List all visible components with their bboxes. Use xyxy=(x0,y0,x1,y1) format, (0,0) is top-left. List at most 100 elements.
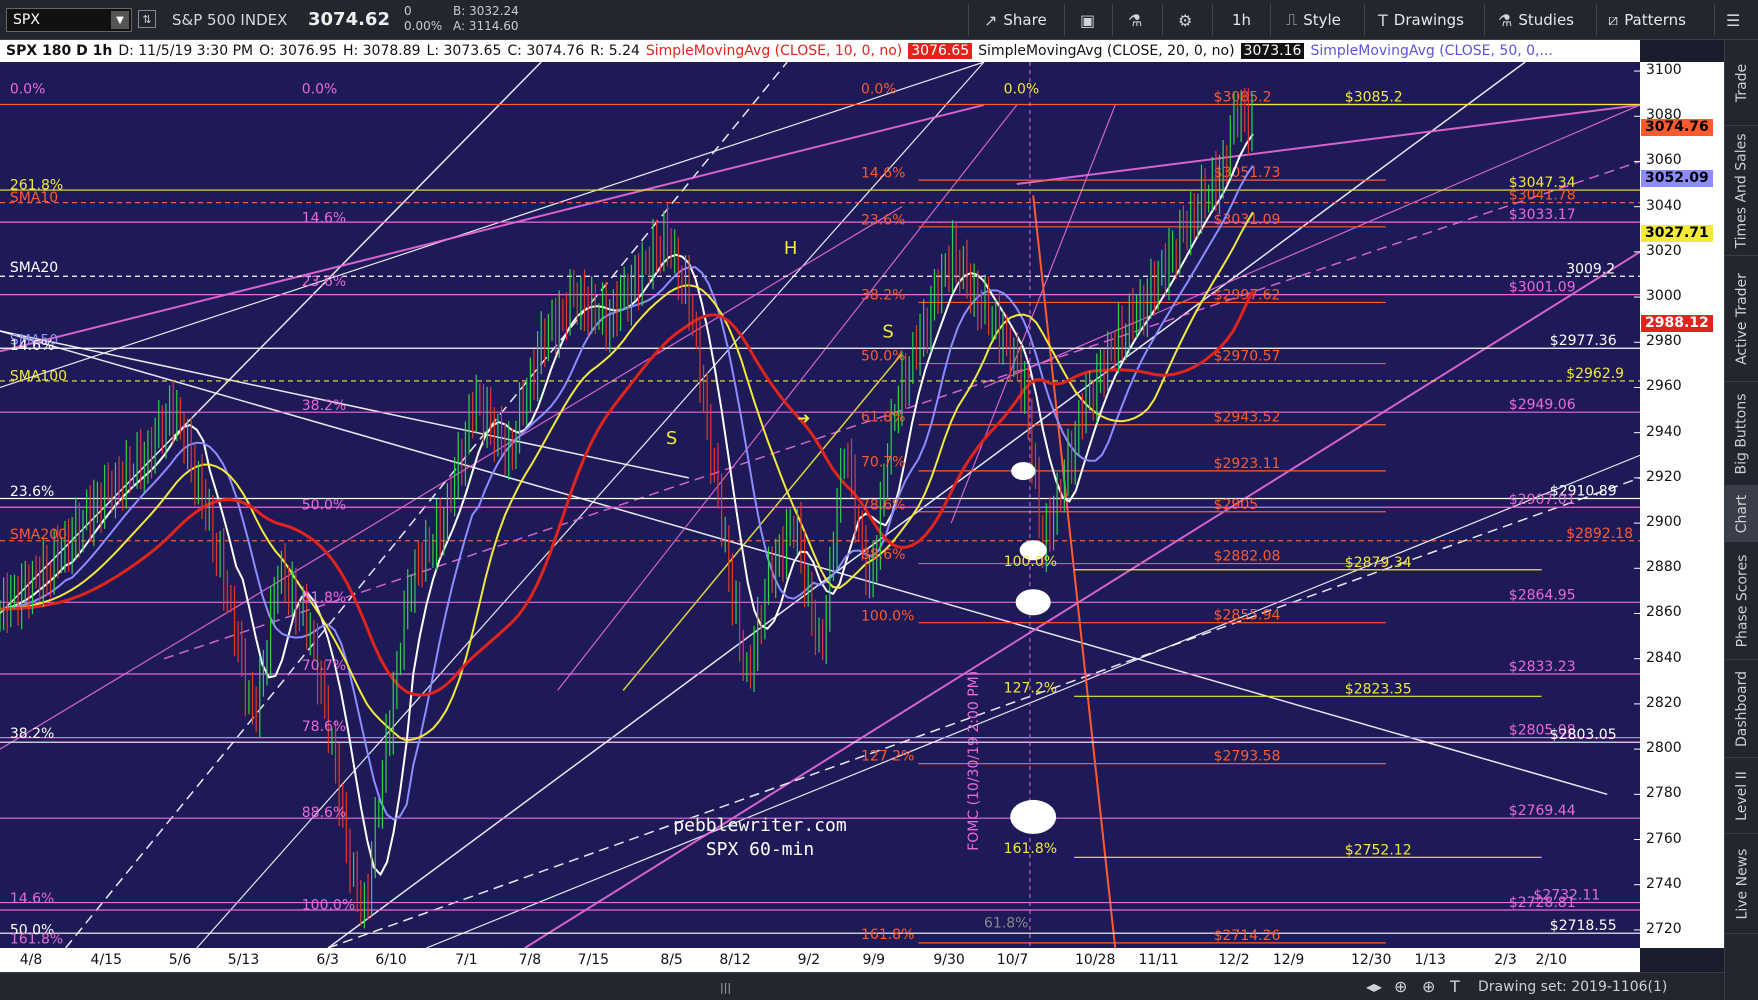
target-marker xyxy=(1010,799,1057,834)
toolbar-divider xyxy=(1162,4,1163,36)
panel-tab-level-ii[interactable]: Level II xyxy=(1725,758,1758,834)
sma20-study-label[interactable]: SimpleMovingAvg (CLOSE, 20, 0, no) xyxy=(978,43,1234,59)
fib-level-label: $2905 xyxy=(1214,497,1259,513)
style-label: Style xyxy=(1303,11,1341,29)
chart-canvas[interactable]: $3085.2 $3085.2$3051.73$3047.34$3041.78$3… xyxy=(0,62,1640,948)
time-axis[interactable]: 4/8 4/15 5/6 5/13 6/3 6/10 7/1 7/8 7/15 8/5 8/12 9/… xyxy=(0,948,1640,972)
toolbar-divider xyxy=(1064,4,1065,36)
panel-tab-label: Dashboard xyxy=(1734,670,1750,747)
time-tick-label: 10/7 xyxy=(996,952,1029,968)
text-icon[interactable]: T xyxy=(1450,977,1460,996)
change-percent: 0.00% xyxy=(404,19,443,33)
settings-button[interactable]: ⚙ xyxy=(1172,6,1198,34)
fib-level-label: $2728.81 xyxy=(1509,895,1576,911)
fib-level-label: $2864.95 xyxy=(1509,587,1576,603)
time-tick-label: 6/10 xyxy=(375,952,407,968)
panel-tab-dashboard[interactable]: Dashboard xyxy=(1725,660,1758,758)
time-tick-label: 9/9 xyxy=(862,952,886,968)
fib-percent-label: 0.0% xyxy=(302,82,338,98)
bid-value: B: 3032.24 xyxy=(453,4,519,18)
arrow-icon: ➜ xyxy=(797,409,810,428)
price-tick-label: 2900 xyxy=(1646,514,1682,531)
panel-tab-label: Live News xyxy=(1734,848,1750,919)
fib-percent-label: 88.6% xyxy=(302,805,346,821)
chart-header: SPX 180 D 1h D: 11/5/19 3:30 PM O: 3076.… xyxy=(0,40,1640,62)
pattern-label: H xyxy=(784,238,798,259)
price-tick-label: 2740 xyxy=(1646,875,1682,892)
timeframe-button[interactable]: 1h xyxy=(1226,6,1257,34)
bar-range: R: 5.24 xyxy=(590,43,640,59)
fib-percent-label: 38.2% xyxy=(10,726,54,742)
studies-label: Studies xyxy=(1518,11,1574,29)
menu-button[interactable]: ☰ xyxy=(1720,6,1746,34)
fib-percent-label: 0.0% xyxy=(10,82,46,98)
fib-percent-label: 161.8% xyxy=(1004,841,1057,857)
price-axis[interactable]: 2720 2740 2760 2780 2800 2820 2840 2860 2880 2900… xyxy=(1640,62,1724,948)
fib-percent-label: 14.6% xyxy=(10,891,54,907)
bar-open: O: 3076.95 xyxy=(259,43,337,59)
time-tick-label: 9/2 xyxy=(797,952,821,968)
snapshot-button[interactable]: ▣ xyxy=(1074,6,1101,34)
fib-level-label: $2793.58 xyxy=(1214,749,1281,765)
pattern-label: S xyxy=(882,322,893,343)
symbol-input[interactable]: SPX ▼ xyxy=(6,8,132,32)
panel-tab-label: Trade xyxy=(1734,63,1750,102)
bar-date: D: 11/5/19 3:30 PM xyxy=(118,43,254,59)
drawings-button[interactable]: T Drawings xyxy=(1372,6,1470,34)
crosshair-icon[interactable]: ⊕ xyxy=(1394,977,1407,996)
price-tick-label: 2720 xyxy=(1646,920,1682,937)
time-tick-label: 5/6 xyxy=(168,952,192,968)
price-tick-label: 2820 xyxy=(1646,694,1682,711)
scroll-handle[interactable]: ||| xyxy=(720,981,756,994)
price-tick-label: 2780 xyxy=(1646,785,1682,802)
price-tick-label: 3020 xyxy=(1646,242,1682,259)
time-tick-label: 7/15 xyxy=(577,952,610,968)
bid-ask: B: 3032.24 A: 3114.60 xyxy=(453,4,519,34)
fib-percent-label: 100.0% xyxy=(1004,554,1057,570)
sma10-study-label[interactable]: SimpleMovingAvg (CLOSE, 10, 0, no) xyxy=(646,43,902,59)
fib-level-label: $2907.01 xyxy=(1509,492,1576,508)
studies-icon: ⚗ xyxy=(1498,10,1513,30)
target-marker xyxy=(1011,462,1036,481)
panel-tab-trade[interactable]: Trade xyxy=(1725,40,1758,126)
studies-button[interactable]: ⚗ Studies xyxy=(1492,6,1580,34)
share-button[interactable]: ↗ Share xyxy=(978,6,1053,34)
link-icon[interactable]: ⇅ xyxy=(138,10,156,28)
fib-percent-label: 127.2% xyxy=(861,748,914,764)
fib-level-label: $2769.44 xyxy=(1509,803,1576,819)
price-tick-label: 2920 xyxy=(1646,468,1682,485)
panel-tab-chart[interactable]: Chart xyxy=(1725,486,1758,542)
panel-tab-active-trader[interactable]: Active Trader xyxy=(1725,256,1758,382)
fib-percent-label: SMA20 xyxy=(10,260,58,276)
chart-symbol-info: SPX 180 D 1h xyxy=(6,43,113,59)
price-chart[interactable]: $3085.2 $3085.2 $3051.73 $3047.34 $3041.78 $3… xyxy=(0,62,1640,948)
style-button[interactable]: ⎍ Style xyxy=(1280,6,1347,34)
fib-level-label: $2949.06 xyxy=(1509,397,1576,413)
zoom-icon[interactable]: ⊕ xyxy=(1422,977,1435,996)
trendline xyxy=(327,477,1640,948)
panel-tab-phase-scores[interactable]: Phase Scores xyxy=(1725,542,1758,660)
time-tick-label: 2/10 xyxy=(1535,952,1567,968)
fib-percent-label: 23.6% xyxy=(861,213,905,229)
fib-level-label: $2977.36 xyxy=(1550,333,1617,349)
instrument-name: S&P 500 INDEX xyxy=(172,11,288,29)
panel-tab-times-and-sales[interactable]: Times And Sales xyxy=(1725,126,1758,256)
fib-percent-label: 14.6% xyxy=(10,338,54,354)
panel-tab-label: Active Trader xyxy=(1734,272,1750,365)
panel-tab-big-buttons[interactable]: Big Buttons xyxy=(1725,382,1758,486)
trendline xyxy=(327,62,1526,948)
fomc-annotation: FOMC (10/30/19 2:00 PM) xyxy=(966,671,982,851)
patterns-label: Patterns xyxy=(1624,11,1686,29)
symbol-dropdown-icon[interactable]: ▼ xyxy=(111,11,129,29)
target-marker xyxy=(1015,589,1051,616)
panel-tab-label: Phase Scores xyxy=(1734,554,1751,647)
flask-button[interactable]: ⚗ xyxy=(1122,6,1148,34)
arrows-icon[interactable]: ◂▸ xyxy=(1366,977,1382,996)
fib-percent-label: 78.6% xyxy=(861,498,905,514)
patterns-button[interactable]: ⧄ Patterns xyxy=(1602,6,1692,34)
fib-percent-label: 161.8% xyxy=(10,931,63,947)
fib-percent-label: 100.0% xyxy=(861,608,914,624)
time-tick-label: 5/13 xyxy=(227,952,260,968)
panel-tab-live-news[interactable]: Live News xyxy=(1725,834,1758,934)
sma50-study-label[interactable]: SimpleMovingAvg (CLOSE, 50, 0,... xyxy=(1310,43,1552,59)
